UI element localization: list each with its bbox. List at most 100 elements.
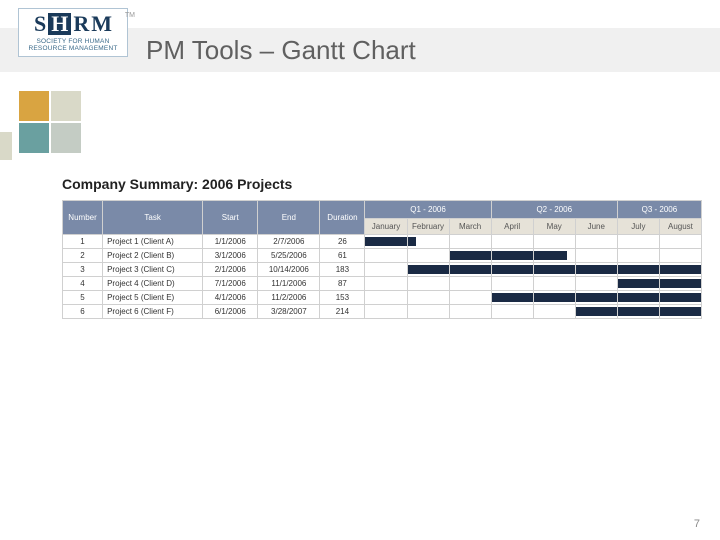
gantt-cell xyxy=(365,277,407,291)
gantt-bar xyxy=(660,293,701,302)
gantt-cell xyxy=(449,263,491,277)
square-icon xyxy=(19,123,49,153)
col-header-start: Start xyxy=(203,201,258,235)
table-row: 2Project 2 (Client B)3/1/20065/25/200661 xyxy=(63,249,702,263)
gantt-cell xyxy=(407,263,449,277)
gantt-bar xyxy=(618,307,659,316)
month-header: August xyxy=(659,219,701,235)
logo-subtitle-line2: RESOURCE MANAGEMENT xyxy=(25,45,121,52)
col-header-duration: Duration xyxy=(320,201,365,235)
gantt-bar xyxy=(492,251,533,260)
cell-task: Project 2 (Client B) xyxy=(103,249,203,263)
square-icon xyxy=(51,123,81,153)
gantt-bar xyxy=(660,265,701,274)
month-header: May xyxy=(533,219,575,235)
month-header: March xyxy=(449,219,491,235)
square-icon xyxy=(19,91,49,121)
gantt-cell xyxy=(407,291,449,305)
gantt-bar xyxy=(660,307,701,316)
cell-start: 7/1/2006 xyxy=(203,277,258,291)
gantt-cell xyxy=(407,249,449,263)
side-tab-icon xyxy=(0,132,12,160)
gantt-cell xyxy=(617,291,659,305)
gantt-cell xyxy=(659,305,701,319)
gantt-cell xyxy=(533,305,575,319)
gantt-cell xyxy=(617,249,659,263)
summary-title: Company Summary: 2006 Projects xyxy=(62,176,708,192)
cell-task: Project 5 (Client E) xyxy=(103,291,203,305)
cell-end: 2/7/2006 xyxy=(258,235,320,249)
gantt-cell xyxy=(617,235,659,249)
gantt-bar xyxy=(365,237,406,246)
gantt-cell xyxy=(533,249,575,263)
cell-number: 4 xyxy=(63,277,103,291)
cell-number: 2 xyxy=(63,249,103,263)
month-header: January xyxy=(365,219,407,235)
cell-number: 5 xyxy=(63,291,103,305)
gantt-cell xyxy=(365,291,407,305)
gantt-cell xyxy=(407,305,449,319)
gantt-cell xyxy=(365,305,407,319)
quarter-header: Q2 - 2006 xyxy=(491,201,617,219)
gantt-bar xyxy=(408,265,449,274)
gantt-cell xyxy=(491,235,533,249)
gantt-bar xyxy=(618,265,659,274)
quarter-header: Q1 - 2006 xyxy=(365,201,491,219)
shrm-logo: TM S H R M SOCIETY FOR HUMAN RESOURCE MA… xyxy=(18,8,128,57)
cell-end: 11/1/2006 xyxy=(258,277,320,291)
cell-number: 6 xyxy=(63,305,103,319)
logo-letter-h: H xyxy=(48,13,71,35)
gantt-cell xyxy=(449,277,491,291)
cell-start: 2/1/2006 xyxy=(203,263,258,277)
gantt-cell xyxy=(575,263,617,277)
cell-task: Project 3 (Client C) xyxy=(103,263,203,277)
gantt-cell xyxy=(365,249,407,263)
gantt-bar xyxy=(534,265,575,274)
decorative-squares xyxy=(18,90,82,154)
gantt-cell xyxy=(575,277,617,291)
col-header-number: Number xyxy=(63,201,103,235)
logo-subtitle: SOCIETY FOR HUMAN RESOURCE MANAGEMENT xyxy=(25,38,121,52)
cell-start: 3/1/2006 xyxy=(203,249,258,263)
gantt-bar xyxy=(576,293,617,302)
gantt-cell xyxy=(659,249,701,263)
gantt-bar xyxy=(408,237,416,246)
gantt-bar xyxy=(492,265,533,274)
table-row: 6Project 6 (Client F)6/1/20063/28/200721… xyxy=(63,305,702,319)
cell-end: 5/25/2006 xyxy=(258,249,320,263)
cell-end: 3/28/2007 xyxy=(258,305,320,319)
gantt-cell xyxy=(449,249,491,263)
square-icon xyxy=(51,91,81,121)
gantt-bar xyxy=(576,265,617,274)
gantt-cell xyxy=(533,277,575,291)
gantt-cell xyxy=(449,305,491,319)
gantt-cell xyxy=(407,277,449,291)
cell-number: 3 xyxy=(63,263,103,277)
cell-task: Project 1 (Client A) xyxy=(103,235,203,249)
gantt-bar xyxy=(660,279,701,288)
month-header: April xyxy=(491,219,533,235)
gantt-cell xyxy=(449,291,491,305)
table-row: 5Project 5 (Client E)4/1/200611/2/200615… xyxy=(63,291,702,305)
cell-end: 11/2/2006 xyxy=(258,291,320,305)
gantt-cell xyxy=(365,263,407,277)
gantt-bar xyxy=(618,293,659,302)
gantt-cell xyxy=(491,305,533,319)
cell-duration: 153 xyxy=(320,291,365,305)
gantt-cell xyxy=(617,263,659,277)
cell-end: 10/14/2006 xyxy=(258,263,320,277)
gantt-cell xyxy=(533,263,575,277)
cell-duration: 214 xyxy=(320,305,365,319)
gantt-cell xyxy=(449,235,491,249)
cell-duration: 26 xyxy=(320,235,365,249)
gantt-cell xyxy=(491,263,533,277)
logo-letters: S H R M xyxy=(25,13,121,35)
logo-subtitle-line1: SOCIETY FOR HUMAN xyxy=(25,38,121,45)
cell-task: Project 4 (Client D) xyxy=(103,277,203,291)
trademark-icon: TM xyxy=(125,12,135,19)
slide: PM Tools – Gantt Chart TM S H R M SOCIET… xyxy=(0,0,720,540)
gantt-cell xyxy=(659,235,701,249)
month-header: February xyxy=(407,219,449,235)
gantt-bar xyxy=(450,265,491,274)
gantt-cell xyxy=(491,277,533,291)
